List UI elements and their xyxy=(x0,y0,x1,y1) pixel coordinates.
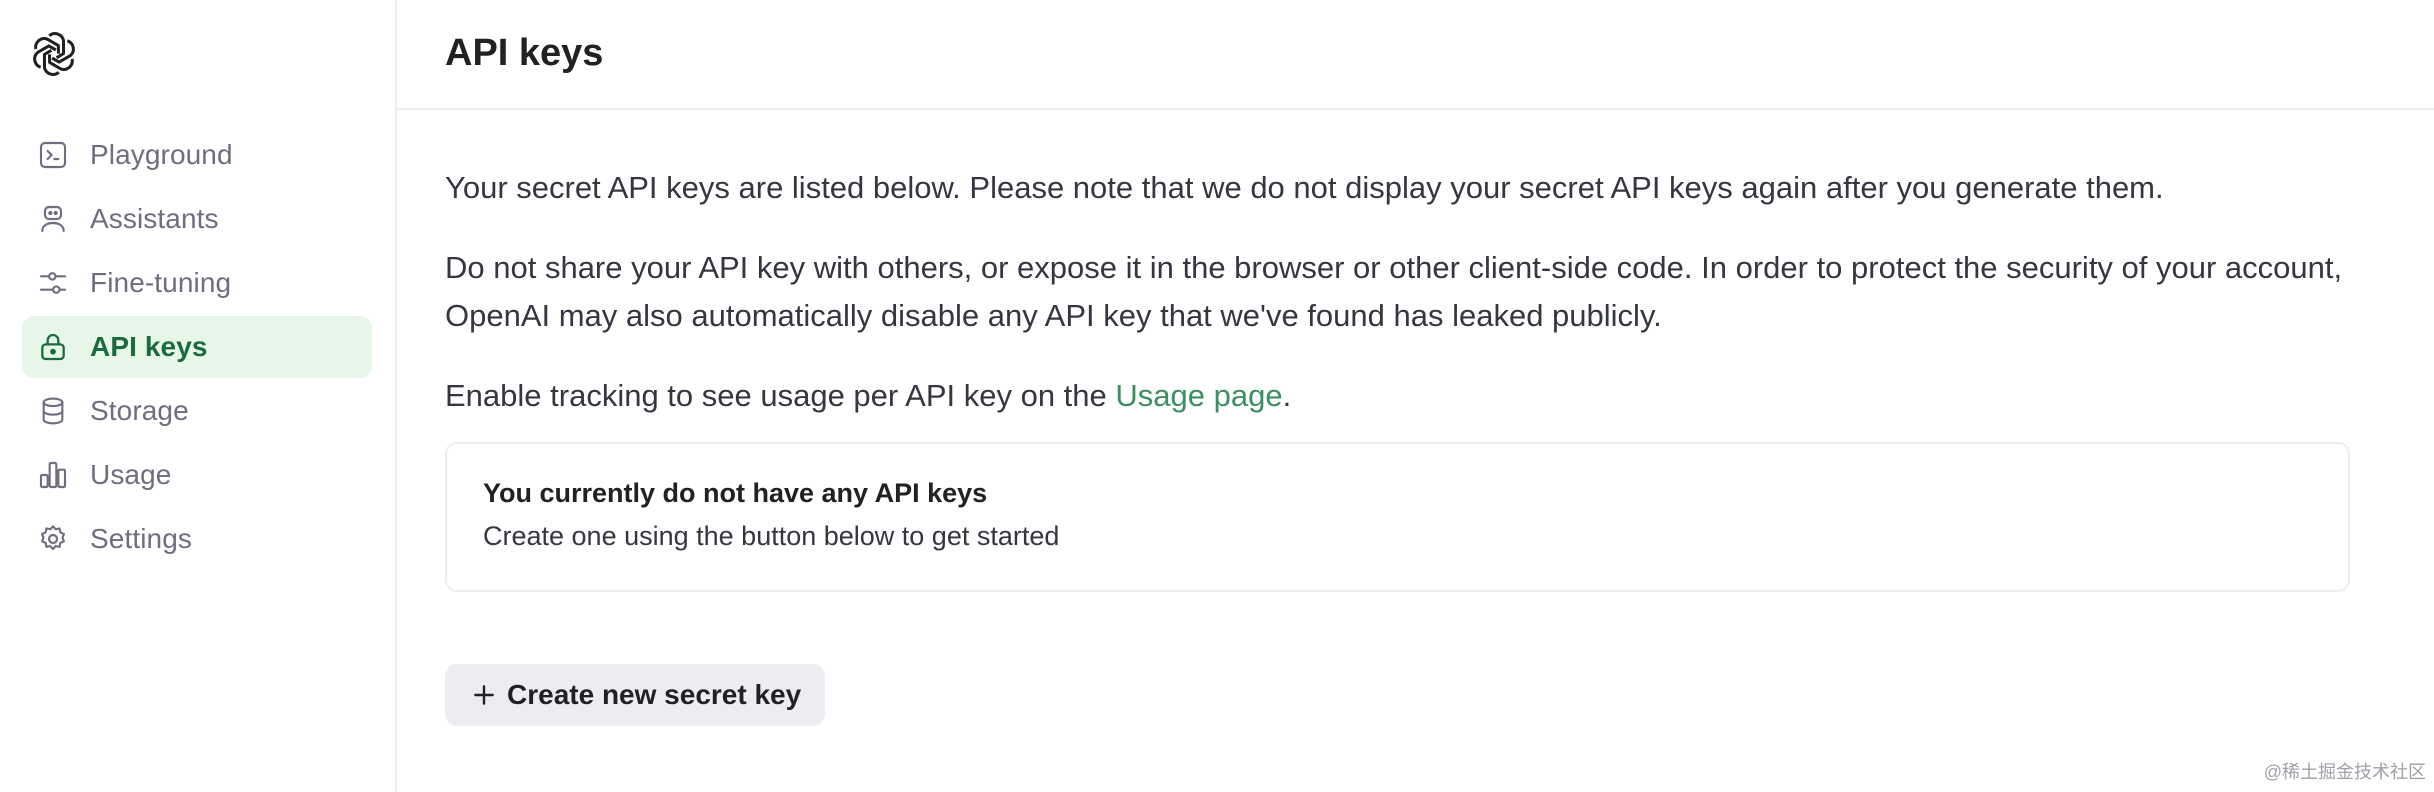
security-warning-text: Do not share your API key with others, o… xyxy=(445,250,2343,333)
page-title: API keys xyxy=(445,31,604,74)
sidebar-nav: Playground Assistants Fine-tuning API ke… xyxy=(22,124,372,572)
empty-state-card: You currently do not have any API keys C… xyxy=(445,442,2350,592)
empty-state-title: You currently do not have any API keys xyxy=(483,478,988,508)
create-secret-key-label: Create new secret key xyxy=(507,679,802,710)
lock-icon xyxy=(36,330,70,364)
empty-state-subtitle: Create one using the button below to get… xyxy=(483,521,1060,551)
plus-icon xyxy=(474,685,494,705)
sidebar-item-label: Fine-tuning xyxy=(90,267,232,298)
terminal-icon xyxy=(36,138,70,172)
sidebar: Playground Assistants Fine-tuning API ke… xyxy=(0,0,397,792)
main-panel: API keys Your secret API keys are listed… xyxy=(397,0,2434,792)
create-secret-key-button[interactable]: Create new secret key xyxy=(445,664,826,726)
sidebar-item-fine-tuning[interactable]: Fine-tuning xyxy=(22,252,372,314)
sidebar-item-settings[interactable]: Settings xyxy=(22,508,372,570)
intro-text: Your secret API keys are listed below. P… xyxy=(445,170,2164,205)
tracking-prefix: Enable tracking to see usage per API key… xyxy=(445,378,1116,413)
sidebar-item-label: Settings xyxy=(90,523,192,554)
app-window: Playground Assistants Fine-tuning API ke… xyxy=(0,0,2434,792)
sidebar-item-label: Playground xyxy=(90,139,233,170)
bar-chart-icon xyxy=(36,458,70,492)
watermark: @稀土掘金技术社区 xyxy=(2263,762,2426,782)
sliders-icon xyxy=(36,266,70,300)
sidebar-item-api-keys[interactable]: API keys xyxy=(22,316,372,378)
sidebar-item-label: API keys xyxy=(90,331,208,362)
sidebar-item-assistants[interactable]: Assistants xyxy=(22,188,372,250)
robot-icon xyxy=(36,202,70,236)
database-icon xyxy=(36,394,70,428)
api-keys-content: Your secret API keys are listed below. P… xyxy=(397,110,2405,592)
sidebar-item-playground[interactable]: Playground xyxy=(22,124,372,186)
sidebar-item-label: Storage xyxy=(90,395,189,426)
tracking-text: Enable tracking to see usage per API key… xyxy=(445,372,2405,420)
sidebar-item-usage[interactable]: Usage xyxy=(22,444,372,506)
sidebar-item-label: Usage xyxy=(90,459,172,490)
openai-logo[interactable] xyxy=(28,28,80,80)
sidebar-item-storage[interactable]: Storage xyxy=(22,380,372,442)
sidebar-item-label: Assistants xyxy=(90,203,219,234)
gear-icon xyxy=(36,522,70,556)
tracking-suffix: . xyxy=(1282,378,1292,413)
usage-page-link[interactable]: Usage page xyxy=(1115,378,1282,413)
page-header: API keys xyxy=(397,0,2434,110)
